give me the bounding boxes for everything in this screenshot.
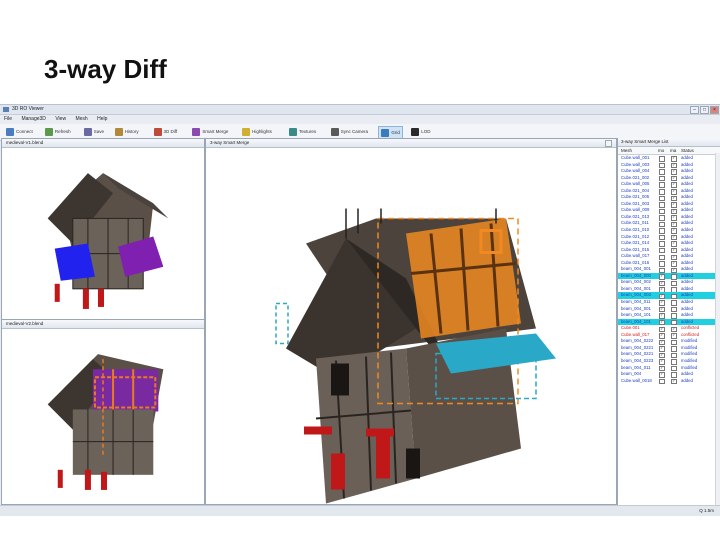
grid-icon (381, 128, 390, 137)
toolbar-button-connect[interactable]: Connect (4, 126, 35, 137)
save-icon (83, 127, 92, 136)
pane-v1-title: medieval-V1.blend (2, 139, 204, 148)
minimize-icon[interactable]: – (690, 106, 699, 114)
list-scrollbar[interactable] (715, 153, 720, 508)
app-window: 3D RO Viewer – □ × File Manage3D View Me… (0, 104, 720, 516)
toolbar-button-label: History (124, 129, 139, 134)
toolbar-button-label: Grid (391, 130, 400, 135)
house-model-v1 (47, 173, 169, 309)
close-icon[interactable]: × (710, 106, 719, 114)
toolbar-button-history[interactable]: History (113, 126, 141, 137)
toolbar-button-3d-diff[interactable]: 3D Diff (152, 126, 180, 137)
merge-icon (192, 127, 201, 136)
menu-file[interactable]: File (4, 115, 12, 123)
list-row[interactable]: Cube.wall_0018 ✓ added (618, 378, 720, 385)
pane-v2: medieval-V2.blend (1, 319, 205, 505)
window-title: 3D RO Viewer (12, 106, 44, 112)
toolbar-button-textures[interactable]: Textures (287, 126, 318, 137)
pane-v1: medieval-V1.blend (1, 138, 205, 320)
row-mesh-name: Cube.wall_0018 (621, 377, 652, 383)
pane-merge: 3-way Smart Merge (205, 138, 617, 505)
merge-list-panel: 3-way Smart Merge List Mesh mo ma Status… (617, 138, 720, 508)
slide-title: 3-way Diff (44, 54, 167, 84)
refresh-icon (44, 127, 53, 136)
toolbar-button-label: Highlights (252, 129, 272, 134)
pane-merge-title: 3-way Smart Merge (206, 139, 616, 148)
master-checkbox[interactable]: ✓ (671, 378, 677, 385)
texture-icon (289, 127, 298, 136)
toolbar-button-refresh[interactable]: Refresh (43, 126, 73, 137)
merge-list-header: Mesh mo ma Status (618, 147, 720, 155)
pane-v2-title: medieval-V2.blend (2, 320, 204, 329)
toolbar-button-label: Save (93, 129, 105, 134)
row-status: added (681, 377, 693, 383)
viewport-merge[interactable] (206, 148, 616, 504)
toolbar-button-save[interactable]: Save (82, 126, 106, 137)
house-model-merged (275, 208, 556, 504)
viewport-v1[interactable] (2, 148, 204, 319)
status-bar: Q 1.5m (0, 505, 720, 516)
menu-view[interactable]: View (55, 115, 66, 123)
col-header-status[interactable]: Status (681, 147, 694, 154)
col-header-mine[interactable]: mo (658, 147, 664, 154)
toolbar-button-sync-camera[interactable]: Sync Camera (329, 126, 370, 137)
menu-bar: File Manage3D View Mesh Help (0, 115, 720, 123)
pane-close-icon[interactable] (605, 140, 612, 147)
toolbar-button-label: Smart Merge (202, 129, 229, 134)
menu-mesh[interactable]: Mesh (75, 115, 87, 123)
merge-list-title: 3-way Smart Merge List (618, 138, 720, 147)
col-header-mesh[interactable]: Mesh (621, 147, 632, 154)
status-text: Q 1.5m (699, 508, 714, 513)
merge-list-rows: Cube.wall_001 ✓ added Cube.wall_003 ✓ added Cu… (618, 155, 720, 385)
clock-icon (114, 127, 123, 136)
toolbar-button-lod[interactable]: LOD (409, 126, 432, 137)
toolbar-button-smart-merge[interactable]: Smart Merge (190, 126, 230, 137)
mine-checkbox[interactable] (659, 378, 665, 385)
toolbar-button-label: Sync Camera (340, 129, 368, 134)
viewport-v2[interactable] (2, 329, 204, 504)
toolbar-button-label: Refresh (54, 129, 71, 134)
toolbar-button-label: LOD (421, 129, 431, 134)
menu-manage3d[interactable]: Manage3D (21, 115, 45, 123)
menu-help[interactable]: Help (97, 115, 107, 123)
lod-icon (411, 127, 420, 136)
toolbar-button-label: Connect (16, 129, 33, 134)
house-model-v2 (47, 354, 164, 490)
toolbar-button-highlights[interactable]: Highlights (240, 126, 274, 137)
diff-icon (153, 127, 162, 136)
highlight-icon (242, 127, 251, 136)
app-icon (3, 107, 9, 112)
toolbar-button-label: Textures (299, 129, 317, 134)
toolbar-button-label: 3D Diff (163, 129, 178, 134)
maximize-icon[interactable]: □ (700, 106, 709, 114)
col-header-master[interactable]: ma (670, 147, 676, 154)
plug-icon (6, 127, 14, 136)
title-bar: 3D RO Viewer – □ × (0, 105, 720, 115)
camera-icon (330, 127, 339, 136)
